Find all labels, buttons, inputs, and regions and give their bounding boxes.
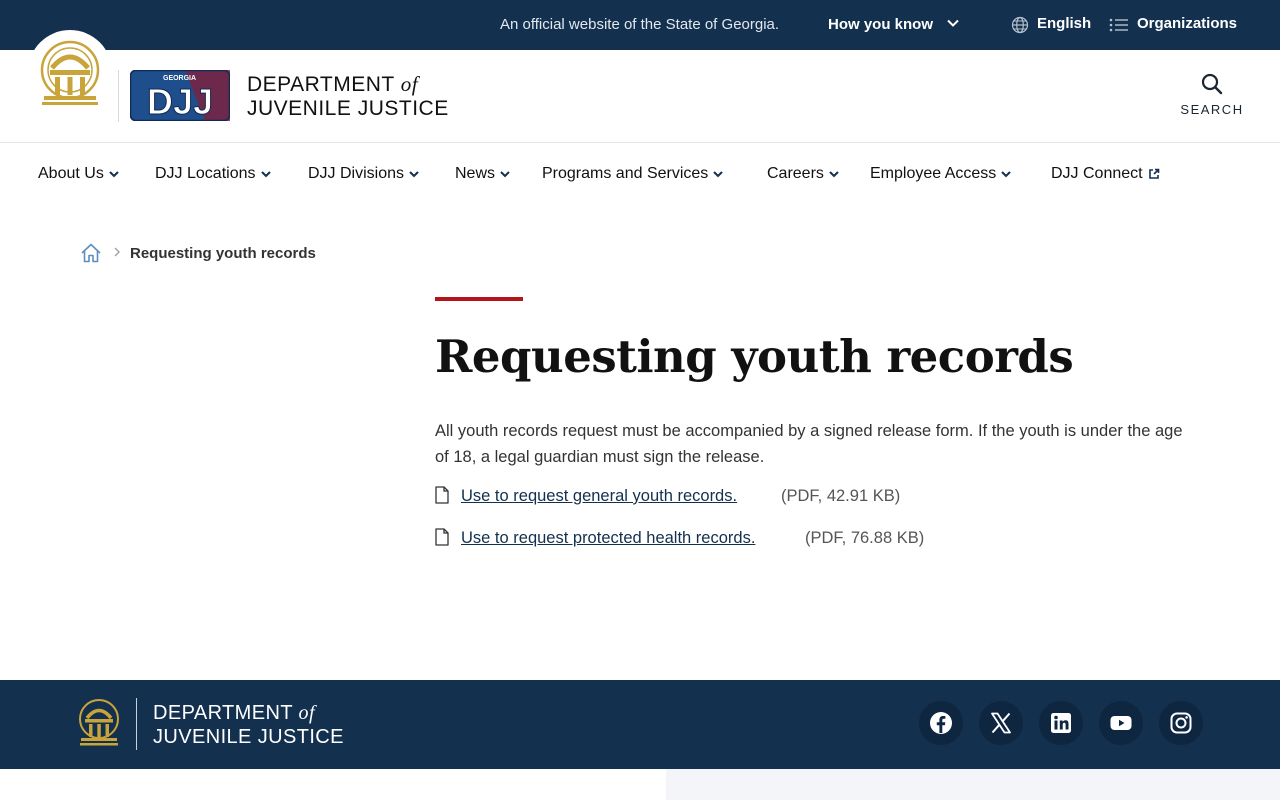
chevron-down-icon (1001, 171, 1011, 178)
chevron-down-icon (713, 171, 724, 178)
dept-name-line2: JUVENILE JUSTICE (247, 97, 449, 120)
nav-programs-and-services[interactable]: Programs and Services (542, 165, 724, 183)
search-label: SEARCH (1180, 102, 1244, 117)
protected-health-records-link[interactable]: Use to request protected health records. (461, 529, 755, 548)
title-accent-bar (435, 297, 523, 301)
page-bottom-area (0, 769, 666, 800)
globe-icon (1011, 16, 1029, 34)
file-meta: (PDF, 42.91 KB) (781, 487, 901, 505)
nav-djj-locations[interactable]: DJJ Locations (155, 165, 271, 183)
footer-divider (136, 698, 137, 750)
georgia-seal-link[interactable] (28, 30, 112, 114)
search-button[interactable]: SEARCH (1176, 72, 1248, 122)
department-name[interactable]: DEPARTMENT of JUVENILE JUSTICE (247, 72, 449, 121)
document-icon (435, 528, 449, 546)
external-link-icon (1148, 168, 1159, 179)
header-divider (118, 70, 119, 122)
search-icon (1201, 73, 1223, 95)
facebook-button[interactable] (919, 701, 963, 745)
chevron-down-icon[interactable] (946, 16, 960, 30)
file-meta: (PDF, 76.88 KB) (805, 529, 925, 547)
site-header: GEORGIA DJJ DEPARTMENT of JUVENILE JUSTI… (0, 30, 1280, 143)
chevron-down-icon (260, 171, 271, 178)
footer-department-name[interactable]: DEPARTMENT of JUVENILE JUSTICE (153, 701, 344, 749)
language-selector[interactable]: English (1037, 15, 1091, 32)
nav-djj-connect[interactable]: DJJ Connect (1051, 165, 1160, 183)
chevron-down-icon (500, 171, 510, 178)
linkedin-button[interactable] (1039, 701, 1083, 745)
nav-about-us[interactable]: About Us (38, 165, 119, 183)
official-website-text: An official website of the State of Geor… (500, 16, 780, 33)
nav-label: Employee Access (870, 165, 997, 182)
youtube-icon (1110, 716, 1132, 730)
chevron-down-icon (109, 171, 119, 178)
main-navigation: About Us DJJ Locations DJJ Divisions New… (0, 143, 1280, 205)
chevron-down-icon (409, 171, 419, 178)
x-button[interactable] (979, 701, 1023, 745)
instagram-icon (1170, 712, 1192, 734)
footer-dept-line1: DEPARTMENT (153, 702, 293, 724)
chevron-down-icon (829, 171, 839, 178)
nav-careers[interactable]: Careers (767, 165, 839, 183)
page-title: Requesting youth records (435, 330, 1074, 383)
x-icon (991, 712, 1011, 734)
intro-paragraph: All youth records request must be accomp… (435, 422, 1183, 466)
instagram-button[interactable] (1159, 701, 1203, 745)
footer-dept-of: of (298, 702, 315, 724)
nav-djj-divisions[interactable]: DJJ Divisions (308, 165, 419, 183)
nav-employee-access[interactable]: Employee Access (870, 165, 1011, 183)
site-footer: DEPARTMENT of JUVENILE JUSTICE (0, 680, 1280, 769)
how-you-know-toggle[interactable]: How you know (828, 16, 933, 33)
nav-label: About Us (38, 165, 104, 182)
linkedin-icon (1051, 713, 1071, 733)
nav-label: DJJ Divisions (308, 165, 405, 182)
page-bottom-panel (666, 769, 1280, 800)
dept-name-line1: DEPARTMENT (247, 73, 395, 96)
footer-dept-line2: JUVENILE JUSTICE (153, 726, 344, 748)
breadcrumb-current: Requesting youth records (130, 245, 316, 262)
nav-label: DJJ Locations (155, 165, 256, 182)
djj-logo[interactable]: GEORGIA DJJ (130, 70, 230, 121)
nav-label: Careers (767, 165, 824, 182)
home-icon[interactable] (80, 242, 102, 264)
general-youth-records-link[interactable]: Use to request general youth records. (461, 487, 737, 506)
official-banner: An official website of the State of Geor… (0, 0, 1280, 50)
nav-label: Programs and Services (542, 165, 709, 182)
georgia-seal-icon[interactable] (76, 698, 122, 748)
youtube-button[interactable] (1099, 701, 1143, 745)
logo-badge-text: DJJ (147, 81, 213, 121)
dept-name-of: of (400, 72, 419, 96)
nav-news[interactable]: News (455, 165, 510, 183)
nav-label: News (455, 165, 496, 182)
georgia-seal-icon (40, 40, 100, 105)
organizations-link[interactable]: Organizations (1137, 15, 1237, 32)
document-icon (435, 486, 449, 504)
nav-label: DJJ Connect (1051, 165, 1143, 182)
list-icon (1109, 18, 1128, 32)
facebook-icon (930, 712, 952, 734)
chevron-right-icon (114, 247, 120, 257)
